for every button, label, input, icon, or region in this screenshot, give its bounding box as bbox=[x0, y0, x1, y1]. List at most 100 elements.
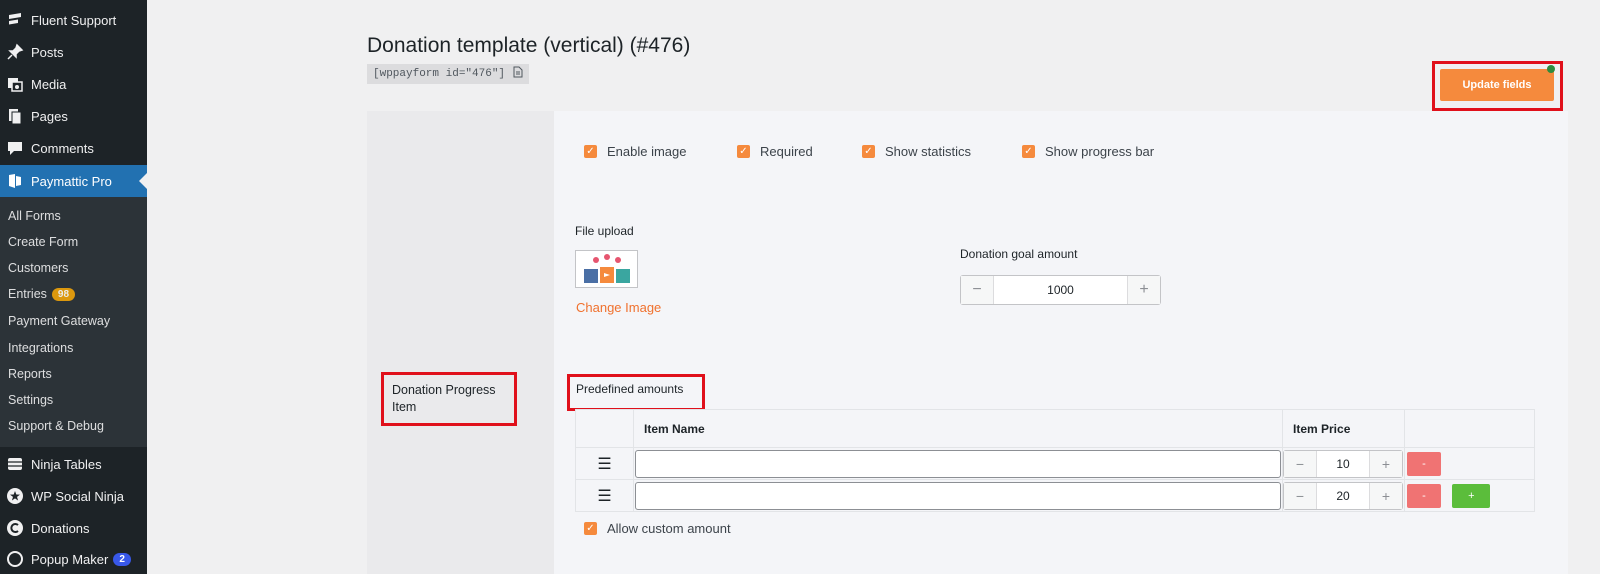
decrease-icon[interactable]: − bbox=[1284, 482, 1316, 509]
submenu-payment-gateway[interactable]: Payment Gateway bbox=[8, 314, 110, 328]
drag-column-header bbox=[575, 409, 634, 448]
item-name-cell bbox=[633, 447, 1283, 480]
entries-count-badge: 98 bbox=[51, 287, 76, 301]
menu-popup-maker[interactable]: Popup Maker 2 bbox=[0, 543, 147, 574]
row-actions-cell: - + bbox=[1404, 479, 1535, 512]
checkbox-check-icon: ✓ bbox=[737, 145, 750, 158]
status-dot bbox=[1547, 65, 1555, 73]
page-title: Donation template (vertical) (#476) bbox=[367, 34, 691, 57]
checkbox-check-icon: ✓ bbox=[584, 522, 597, 535]
remove-row-button[interactable]: - bbox=[1407, 451, 1441, 476]
show-progress-bar-checkbox[interactable]: ✓ Show progress bar bbox=[1022, 144, 1154, 159]
file-upload-label: File upload bbox=[575, 224, 634, 238]
admin-sidebar: Fluent Support Posts Media Pages Comment… bbox=[0, 0, 147, 574]
increase-icon[interactable]: + bbox=[1128, 276, 1160, 304]
menu-ninja-tables[interactable]: Ninja Tables bbox=[0, 448, 147, 480]
menu-wp-social-ninja[interactable]: WP Social Ninja bbox=[0, 480, 147, 512]
increase-icon[interactable]: + bbox=[1370, 450, 1402, 477]
submenu-label: Customers bbox=[8, 261, 69, 275]
checkbox-check-icon: ✓ bbox=[1022, 145, 1035, 158]
table-row: ☰ − 20 + - + bbox=[575, 479, 1535, 512]
menu-pages[interactable]: Pages bbox=[0, 100, 147, 132]
submenu-entries[interactable]: Entries 98 bbox=[8, 287, 76, 301]
pin-icon bbox=[5, 42, 25, 62]
item-name-input[interactable] bbox=[635, 481, 1281, 510]
menu-donations[interactable]: Donations bbox=[0, 512, 147, 544]
submenu-support-debug[interactable]: Support & Debug bbox=[8, 419, 104, 433]
item-price-value[interactable]: 10 bbox=[1316, 450, 1370, 477]
paymattic-submenu: All Forms Create Form Customers Entries 9… bbox=[0, 197, 147, 447]
donation-image-thumbnail[interactable] bbox=[575, 250, 638, 288]
submenu-label: Support & Debug bbox=[8, 419, 104, 433]
show-statistics-checkbox[interactable]: ✓ Show statistics bbox=[862, 144, 971, 159]
menu-label: Paymattic Pro bbox=[31, 173, 112, 189]
menu-comments[interactable]: Comments bbox=[0, 132, 147, 164]
item-name-header: Item Name bbox=[633, 409, 1283, 448]
submenu-all-forms[interactable]: All Forms bbox=[8, 209, 61, 223]
submenu-integrations[interactable]: Integrations bbox=[8, 341, 73, 355]
media-icon bbox=[5, 74, 25, 94]
shortcode-box[interactable]: [wppayform id="476"] bbox=[367, 64, 530, 84]
comment-icon bbox=[5, 138, 25, 158]
item-price-value[interactable]: 20 bbox=[1316, 482, 1370, 509]
menu-label: Comments bbox=[31, 140, 94, 156]
submenu-label: Settings bbox=[8, 393, 54, 407]
menu-label: Donations bbox=[31, 520, 90, 536]
menu-paymattic-pro[interactable]: Paymattic Pro bbox=[0, 165, 147, 197]
table-row: ☰ − 10 + - bbox=[575, 447, 1535, 480]
field-label-panel bbox=[367, 111, 554, 574]
decrease-icon[interactable]: − bbox=[961, 276, 993, 304]
submenu-label: Entries bbox=[8, 287, 47, 301]
remove-row-button[interactable]: - bbox=[1407, 483, 1441, 508]
submenu-label: Integrations bbox=[8, 341, 74, 355]
submenu-label: Reports bbox=[8, 367, 52, 381]
submenu-settings[interactable]: Settings bbox=[8, 393, 53, 407]
increase-icon[interactable]: + bbox=[1370, 482, 1402, 509]
item-price-cell: − 20 + bbox=[1282, 479, 1405, 512]
fluent-support-icon bbox=[5, 10, 25, 30]
paymattic-icon bbox=[5, 171, 25, 191]
field-section-label: Donation Progress Item bbox=[392, 383, 496, 414]
donation-goal-value[interactable]: 1000 bbox=[993, 276, 1128, 304]
checkbox-label: Show statistics bbox=[885, 144, 971, 159]
item-price-stepper[interactable]: − 20 + bbox=[1283, 481, 1403, 510]
submenu-label: Create Form bbox=[8, 235, 79, 249]
submenu-label: Payment Gateway bbox=[8, 314, 111, 328]
submenu-customers[interactable]: Customers bbox=[8, 261, 68, 275]
predefined-amounts-label: Predefined amounts bbox=[576, 382, 684, 396]
item-name-cell bbox=[633, 479, 1283, 512]
donation-goal-stepper[interactable]: − 1000 + bbox=[960, 275, 1161, 305]
allow-custom-amount-checkbox[interactable]: ✓ Allow custom amount bbox=[584, 521, 731, 536]
item-price-header: Item Price bbox=[1282, 409, 1405, 448]
star-icon bbox=[5, 486, 25, 506]
donation-goal-label: Donation goal amount bbox=[960, 247, 1078, 261]
submenu-create-form[interactable]: Create Form bbox=[8, 235, 78, 249]
enable-image-checkbox[interactable]: ✓ Enable image bbox=[584, 144, 687, 159]
table-icon bbox=[5, 454, 25, 474]
checkbox-check-icon: ✓ bbox=[862, 145, 875, 158]
menu-media[interactable]: Media bbox=[0, 68, 147, 100]
checkbox-label: Enable image bbox=[607, 144, 687, 159]
menu-label: Fluent Support bbox=[31, 12, 117, 28]
drag-handle-icon[interactable]: ☰ bbox=[575, 479, 634, 512]
menu-fluent-support[interactable]: Fluent Support bbox=[0, 4, 147, 36]
submenu-reports[interactable]: Reports bbox=[8, 367, 52, 381]
pages-icon bbox=[5, 106, 25, 126]
predefined-amounts-table: Item Name Item Price ☰ − 10 + - ☰ − 20 +… bbox=[575, 409, 1535, 512]
menu-label: Posts bbox=[31, 44, 64, 60]
update-fields-button[interactable]: Update fields bbox=[1440, 69, 1554, 101]
copy-icon[interactable] bbox=[513, 66, 523, 82]
change-image-link[interactable]: Change Image bbox=[576, 300, 661, 315]
item-price-stepper[interactable]: − 10 + bbox=[1283, 449, 1403, 478]
add-row-button[interactable]: + bbox=[1452, 483, 1491, 508]
menu-posts[interactable]: Posts bbox=[0, 36, 147, 68]
shortcode-text: [wppayform id="476"] bbox=[373, 68, 506, 80]
checkbox-label: Allow custom amount bbox=[607, 521, 731, 536]
required-checkbox[interactable]: ✓ Required bbox=[737, 144, 813, 159]
donation-icon bbox=[5, 518, 25, 538]
checkbox-label: Show progress bar bbox=[1045, 144, 1155, 159]
checkbox-label: Required bbox=[760, 144, 813, 159]
item-name-input[interactable] bbox=[635, 449, 1281, 478]
drag-handle-icon[interactable]: ☰ bbox=[575, 447, 634, 480]
decrease-icon[interactable]: − bbox=[1284, 450, 1316, 477]
